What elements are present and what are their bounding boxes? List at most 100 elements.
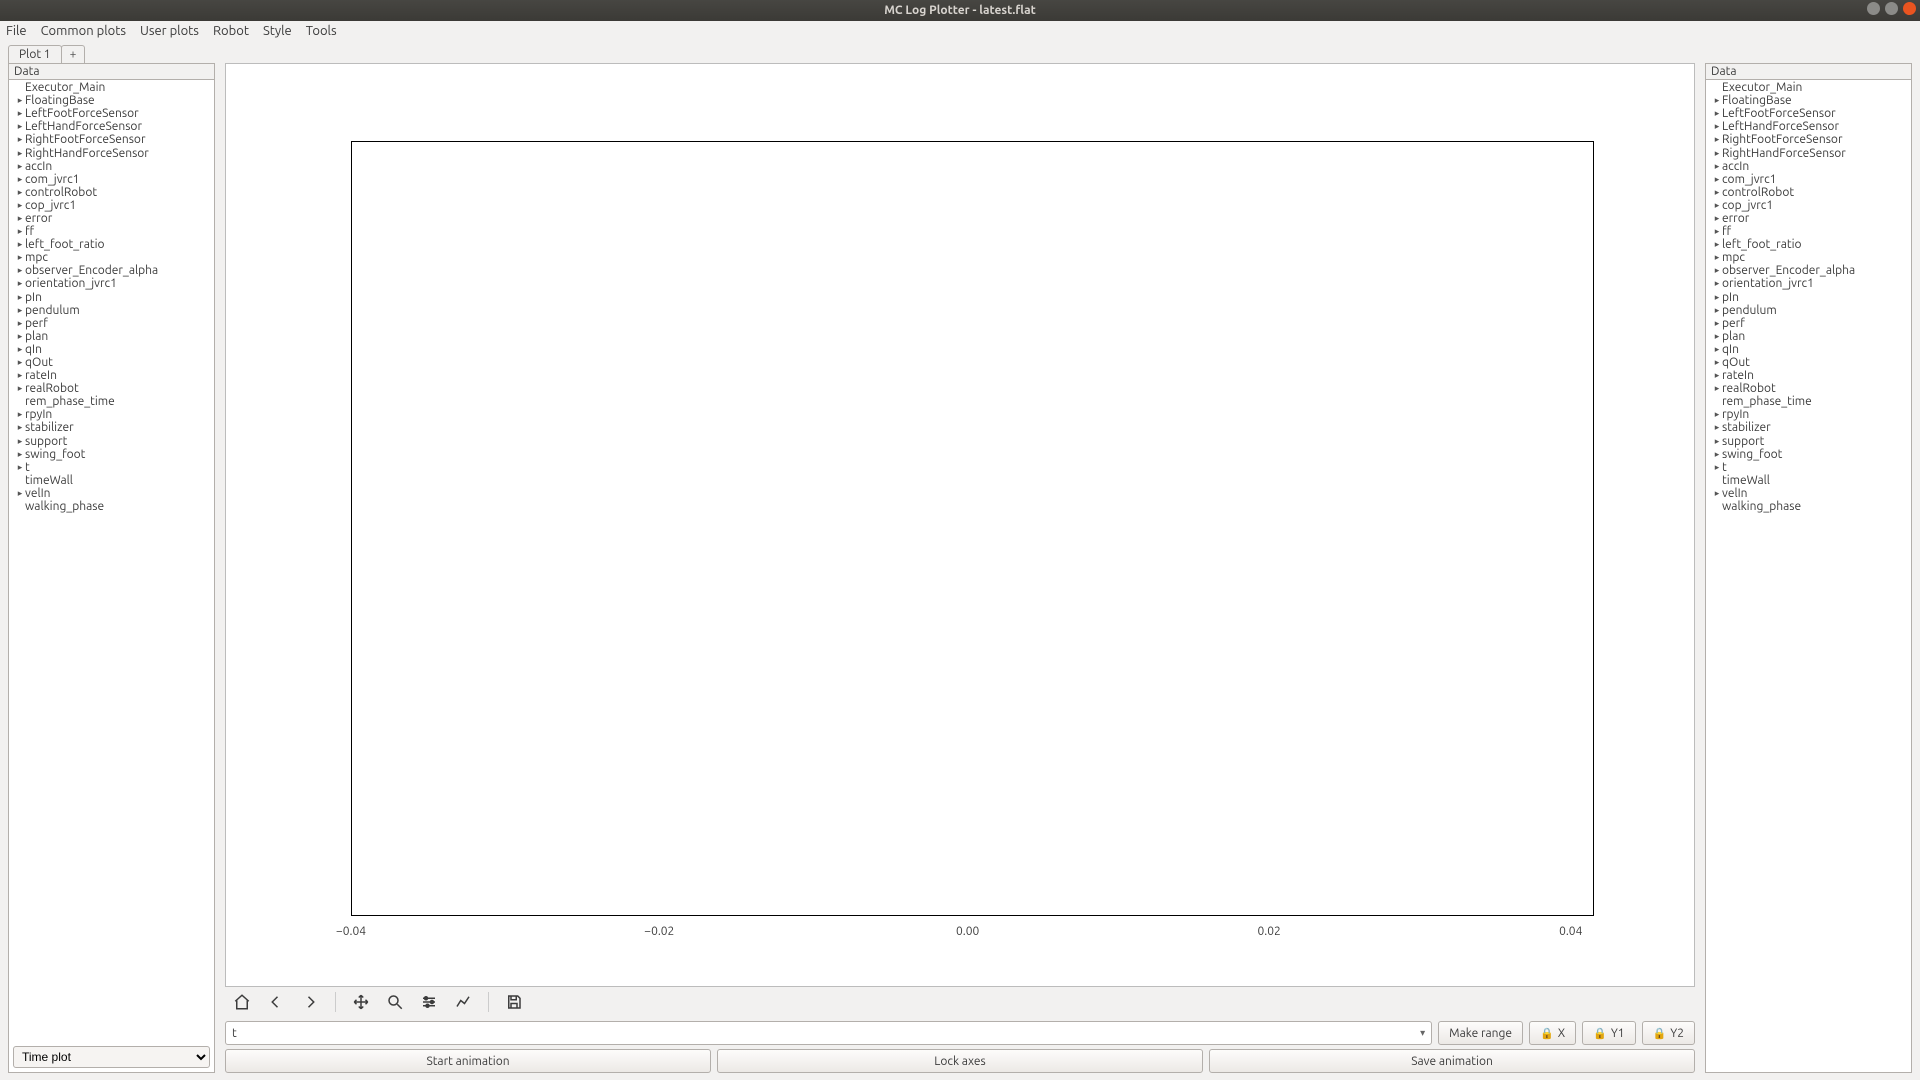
tree-node[interactable]: ▸walking_phase — [1706, 500, 1911, 513]
lock-y1-button[interactable]: 🔒Y1 — [1582, 1021, 1635, 1045]
expand-arrow-icon[interactable]: ▸ — [15, 175, 25, 184]
expand-arrow-icon[interactable]: ▸ — [15, 384, 25, 393]
menu-tools[interactable]: Tools — [306, 24, 337, 38]
tree-node[interactable]: ▸pendulum — [9, 304, 214, 317]
expand-arrow-icon[interactable]: ▸ — [1712, 437, 1722, 446]
expand-arrow-icon[interactable]: ▸ — [1712, 175, 1722, 184]
tree-node[interactable]: ▸cop_jvrc1 — [9, 199, 214, 212]
save-icon[interactable] — [503, 991, 525, 1013]
expand-arrow-icon[interactable]: ▸ — [15, 450, 25, 459]
start-animation-button[interactable]: Start animation — [225, 1049, 711, 1073]
tree-node[interactable]: ▸rem_phase_time — [1706, 395, 1911, 408]
tree-node[interactable]: ▸com_jvrc1 — [9, 173, 214, 186]
expand-arrow-icon[interactable]: ▸ — [15, 266, 25, 275]
tree-node[interactable]: ▸pendulum — [1706, 304, 1911, 317]
expand-arrow-icon[interactable]: ▸ — [1712, 122, 1722, 131]
zoom-icon[interactable] — [384, 991, 406, 1013]
tree-node[interactable]: ▸error — [1706, 212, 1911, 225]
menu-user-plots[interactable]: User plots — [140, 24, 199, 38]
tree-node[interactable]: ▸controlRobot — [1706, 186, 1911, 199]
expand-arrow-icon[interactable]: ▸ — [15, 410, 25, 419]
expand-arrow-icon[interactable]: ▸ — [1712, 279, 1722, 288]
axes-edit-icon[interactable] — [452, 991, 474, 1013]
tree-node[interactable]: ▸rem_phase_time — [9, 395, 214, 408]
expand-arrow-icon[interactable]: ▸ — [1712, 384, 1722, 393]
tree-node[interactable]: ▸t — [1706, 461, 1911, 474]
minimize-icon[interactable] — [1867, 2, 1880, 15]
expand-arrow-icon[interactable]: ▸ — [1712, 227, 1722, 236]
tree-node[interactable]: ▸RightHandForceSensor — [9, 146, 214, 159]
tree-node[interactable]: ▸walking_phase — [9, 500, 214, 513]
add-tab-button[interactable]: + — [61, 45, 86, 63]
tree-node[interactable]: ▸velIn — [9, 487, 214, 500]
expand-arrow-icon[interactable]: ▸ — [1712, 214, 1722, 223]
pan-icon[interactable] — [350, 991, 372, 1013]
expand-arrow-icon[interactable]: ▸ — [15, 306, 25, 315]
expand-arrow-icon[interactable]: ▸ — [1712, 253, 1722, 262]
tree-node[interactable]: ▸perf — [1706, 317, 1911, 330]
expand-arrow-icon[interactable]: ▸ — [1712, 109, 1722, 118]
expand-arrow-icon[interactable]: ▸ — [1712, 463, 1722, 472]
menu-common-plots[interactable]: Common plots — [41, 24, 126, 38]
tree-node[interactable]: ▸cop_jvrc1 — [1706, 199, 1911, 212]
expand-arrow-icon[interactable]: ▸ — [15, 214, 25, 223]
menu-file[interactable]: File — [6, 24, 27, 38]
tree-node[interactable]: ▸rateIn — [1706, 369, 1911, 382]
tree-node[interactable]: ▸realRobot — [1706, 382, 1911, 395]
tree-node[interactable]: ▸t — [9, 461, 214, 474]
tree-node[interactable]: ▸LeftHandForceSensor — [1706, 120, 1911, 133]
expand-arrow-icon[interactable]: ▸ — [1712, 489, 1722, 498]
tree-node[interactable]: ▸ff — [1706, 225, 1911, 238]
expand-arrow-icon[interactable]: ▸ — [15, 96, 25, 105]
expand-arrow-icon[interactable]: ▸ — [1712, 306, 1722, 315]
expand-arrow-icon[interactable]: ▸ — [15, 188, 25, 197]
tree-node[interactable]: ▸stabilizer — [9, 421, 214, 434]
expand-arrow-icon[interactable]: ▸ — [15, 463, 25, 472]
tree-node[interactable]: ▸stabilizer — [1706, 421, 1911, 434]
tree-node[interactable]: ▸qOut — [1706, 356, 1911, 369]
expand-arrow-icon[interactable]: ▸ — [15, 358, 25, 367]
tree-node[interactable]: ▸LeftFootForceSensor — [1706, 107, 1911, 120]
menu-style[interactable]: Style — [263, 24, 292, 38]
expand-arrow-icon[interactable]: ▸ — [15, 332, 25, 341]
tree-node[interactable]: ▸left_foot_ratio — [1706, 238, 1911, 251]
expand-arrow-icon[interactable]: ▸ — [1712, 410, 1722, 419]
tree-node[interactable]: ▸perf — [9, 317, 214, 330]
expand-arrow-icon[interactable]: ▸ — [15, 423, 25, 432]
tree-node[interactable]: ▸observer_Encoder_alpha — [1706, 264, 1911, 277]
maximize-icon[interactable] — [1885, 2, 1898, 15]
expand-arrow-icon[interactable]: ▸ — [1712, 423, 1722, 432]
tree-node[interactable]: ▸qIn — [1706, 343, 1911, 356]
x-axis-selector[interactable]: t — [225, 1021, 1432, 1045]
expand-arrow-icon[interactable]: ▸ — [1712, 240, 1722, 249]
tree-node[interactable]: ▸qIn — [9, 343, 214, 356]
menu-robot[interactable]: Robot — [213, 24, 249, 38]
tree-node[interactable]: ▸observer_Encoder_alpha — [9, 264, 214, 277]
expand-arrow-icon[interactable]: ▸ — [1712, 96, 1722, 105]
tree-node[interactable]: ▸LeftFootForceSensor — [9, 107, 214, 120]
home-icon[interactable] — [231, 991, 253, 1013]
tree-node[interactable]: ▸LeftHandForceSensor — [9, 120, 214, 133]
tree-node[interactable]: ▸mpc — [9, 251, 214, 264]
expand-arrow-icon[interactable]: ▸ — [15, 201, 25, 210]
expand-arrow-icon[interactable]: ▸ — [15, 162, 25, 171]
tree-node[interactable]: ▸RightFootForceSensor — [1706, 133, 1911, 146]
tree-node[interactable]: ▸RightHandForceSensor — [1706, 146, 1911, 159]
tree-node[interactable]: ▸FloatingBase — [9, 94, 214, 107]
tree-node[interactable]: ▸accIn — [9, 160, 214, 173]
configure-icon[interactable] — [418, 991, 440, 1013]
close-icon[interactable] — [1903, 2, 1916, 15]
expand-arrow-icon[interactable]: ▸ — [15, 149, 25, 158]
plot-type-selector[interactable]: Time plot — [13, 1046, 210, 1068]
tree-node[interactable]: ▸pIn — [9, 291, 214, 304]
back-icon[interactable] — [265, 991, 287, 1013]
expand-arrow-icon[interactable]: ▸ — [15, 109, 25, 118]
tree-node[interactable]: ▸rateIn — [9, 369, 214, 382]
tree-node[interactable]: ▸left_foot_ratio — [9, 238, 214, 251]
expand-arrow-icon[interactable]: ▸ — [15, 489, 25, 498]
tree-node[interactable]: ▸mpc — [1706, 251, 1911, 264]
tree-node[interactable]: ▸ff — [9, 225, 214, 238]
expand-arrow-icon[interactable]: ▸ — [1712, 149, 1722, 158]
expand-arrow-icon[interactable]: ▸ — [15, 293, 25, 302]
expand-arrow-icon[interactable]: ▸ — [1712, 345, 1722, 354]
